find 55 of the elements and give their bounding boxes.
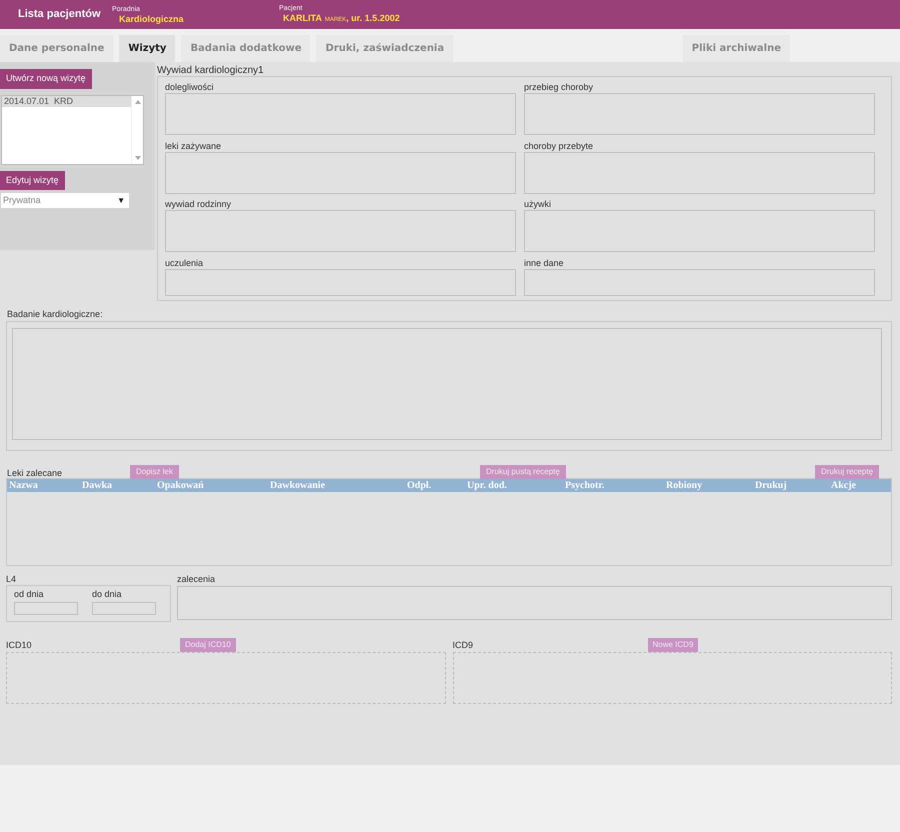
field-label: uczulenia (165, 256, 204, 268)
field-label: wywiad rodzinny (165, 198, 232, 210)
column-header: Odpł. (407, 479, 432, 492)
text-area[interactable] (524, 210, 875, 252)
column-header: Dawkowanie (270, 479, 326, 492)
column-header: Drukuj (755, 479, 788, 492)
column-header: Nazwa (9, 479, 39, 492)
field-label: od dnia (14, 588, 45, 600)
text-area[interactable] (12, 328, 882, 440)
patient-list-link[interactable]: Lista pacjentów (0, 6, 112, 23)
section-title: ICD9 (452, 638, 474, 652)
visit-type-select[interactable]: Prywatna ▼ (1, 193, 129, 208)
field-label: dolegliwości (165, 81, 215, 93)
column-header: Dawka (82, 479, 114, 492)
section-title: Wywiad kardiologiczny1 (157, 65, 265, 76)
tab[interactable]: Badania dodatkowe (181, 35, 310, 62)
section-title: ICD10 (6, 638, 33, 652)
section-title: L4 (6, 573, 18, 585)
text-area[interactable] (524, 268, 875, 296)
visit-item[interactable]: 2014.07.01 KRD (2, 96, 131, 106)
column-header: Robiony (666, 479, 704, 492)
scroll-down-icon[interactable] (134, 156, 140, 160)
patient-birth-date: , ur. 1.5.2002 (346, 12, 400, 22)
text-area[interactable] (165, 268, 516, 296)
text-area[interactable] (524, 152, 875, 194)
text-area[interactable] (177, 586, 892, 620)
tab[interactable]: Dane personalne (0, 35, 114, 62)
clinic-name: Kardiologiczna (118, 14, 185, 24)
tab[interactable]: Druki, zaświadczenia (316, 35, 454, 62)
column-header: Upr. dod. (467, 479, 508, 492)
field-label: do dnia (92, 588, 123, 600)
text-area[interactable] (165, 152, 516, 194)
field-label: inne dane (524, 256, 565, 268)
section-title: Badanie kardiologiczne: (7, 309, 104, 319)
edit-visit-button[interactable]: Edytuj wizytę (0, 170, 65, 190)
new-visit-button[interactable]: Utwórz nową wizytę (0, 69, 92, 88)
scroll-up-icon[interactable] (134, 100, 140, 104)
field-label: przebieg choroby (524, 81, 594, 93)
text-area[interactable] (524, 93, 875, 135)
tab[interactable]: Wizyty (119, 35, 176, 62)
patient-surname: KARLITA (283, 12, 322, 22)
text-area[interactable] (165, 210, 516, 252)
date-field[interactable] (92, 602, 156, 615)
field-label: używki (524, 198, 552, 210)
tab[interactable]: Pliki archiwalne (682, 35, 790, 62)
visit-list[interactable]: 2014.07.01 KRD (1, 94, 144, 164)
column-header: Opakowań (157, 479, 205, 492)
field-label: choroby przebyte (524, 140, 594, 152)
column-header: Psychotr. (565, 479, 606, 492)
date-field[interactable] (14, 602, 78, 615)
text-area[interactable] (165, 93, 516, 135)
section-title: Leki zalecane (7, 467, 62, 480)
field-label: zalecenia (177, 573, 216, 585)
field-label: leki zażywane (165, 140, 222, 152)
column-header: Akcje (831, 479, 857, 492)
